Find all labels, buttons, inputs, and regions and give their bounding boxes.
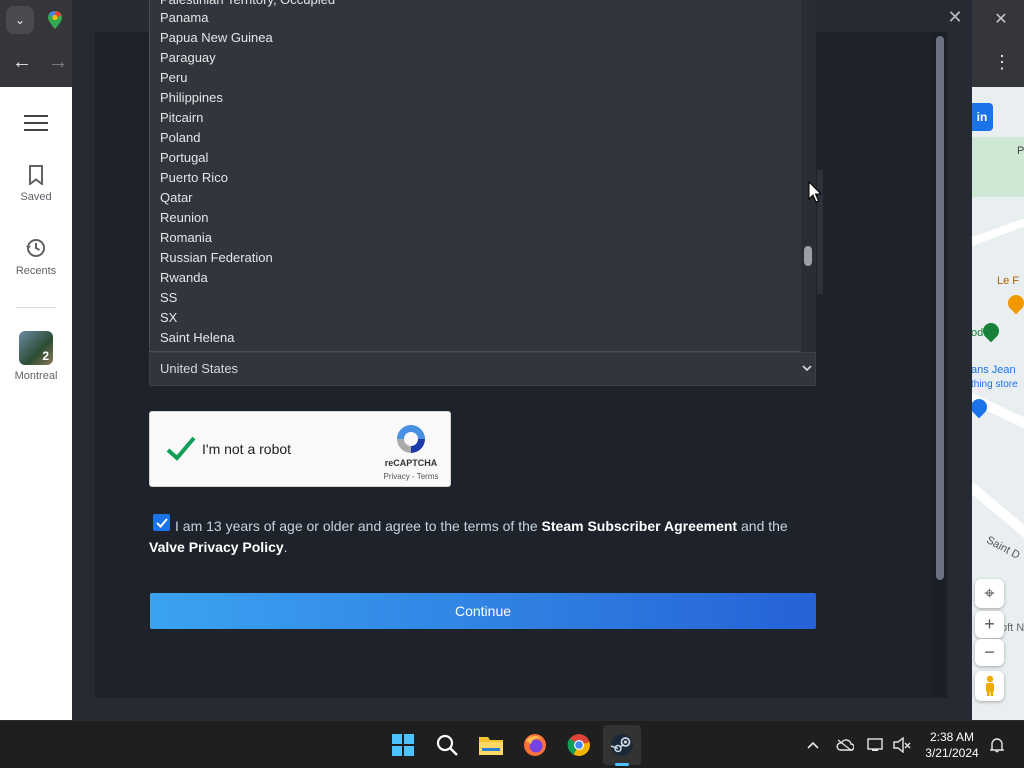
list-item[interactable]: Romania	[160, 228, 212, 248]
store-pin-icon[interactable]	[971, 395, 991, 419]
map-label: thing store	[971, 379, 1018, 390]
list-item[interactable]: SX	[160, 308, 177, 328]
country-list-scrollbar-thumb[interactable]	[804, 246, 812, 266]
subscriber-agreement-link[interactable]: Steam Subscriber Agreement	[542, 518, 738, 534]
windows-taskbar: 2:38 AM 3/21/2024	[0, 720, 1024, 768]
privacy-policy-link[interactable]: Valve Privacy Policy	[149, 539, 284, 555]
country-select[interactable]: United States	[149, 352, 816, 386]
back-arrow-icon[interactable]: ←	[10, 50, 34, 74]
list-item[interactable]: Philippines	[160, 88, 223, 108]
list-item[interactable]: Portugal	[160, 148, 208, 168]
window-close-icon[interactable]: ✕	[990, 8, 1012, 30]
recent-place-count-badge: 2	[42, 349, 49, 363]
zoom-in-button[interactable]: +	[975, 611, 1004, 638]
map-label: P	[1017, 145, 1024, 157]
sidebar-item-label: Recents	[15, 265, 57, 277]
recaptcha-privacy-terms-link[interactable]: Privacy - Terms	[372, 472, 450, 481]
map-label: Le F	[997, 275, 1020, 287]
sidebar-item-label: Saved	[20, 191, 52, 203]
dialog-close-icon[interactable]: ✕	[944, 6, 966, 28]
country-dropdown-list[interactable]: Palestinian Territory, Occupied Panama P…	[149, 0, 816, 352]
list-item[interactable]: Panama	[160, 8, 208, 28]
volume-muted-icon[interactable]	[892, 735, 912, 755]
zoom-out-button[interactable]: −	[975, 639, 1004, 666]
clock-time: 2:38 AM	[929, 730, 975, 744]
windows-start-icon[interactable]	[389, 731, 417, 759]
list-item[interactable]: SS	[160, 288, 177, 308]
dialog-scrollbar-thumb[interactable]	[936, 36, 944, 580]
mouse-cursor-icon	[808, 181, 822, 203]
sidebar-item-saved[interactable]: Saved	[0, 165, 72, 203]
list-item[interactable]: Papua New Guinea	[160, 28, 273, 48]
network-icon[interactable]	[866, 735, 886, 755]
map-label: oft N	[1001, 622, 1024, 634]
list-item[interactable]: Peru	[160, 68, 187, 88]
list-item[interactable]: Poland	[160, 128, 200, 148]
country-list-scrollbar[interactable]	[801, 0, 816, 352]
continue-button[interactable]: Continue	[150, 593, 816, 629]
recaptcha-widget[interactable]: I'm not a robot reCAPTCHA Privacy - Term…	[149, 411, 451, 487]
onedrive-cloud-icon[interactable]	[835, 735, 855, 755]
list-item[interactable]: Reunion	[160, 208, 208, 228]
my-location-icon[interactable]: ⌖	[975, 579, 1004, 608]
tab-search-chevron-down-icon[interactable]: ⌄	[6, 6, 34, 34]
chrome-icon[interactable]	[565, 731, 593, 759]
map-label: Saint D	[984, 534, 1022, 562]
system-clock[interactable]: 2:38 AM 3/21/2024	[920, 729, 984, 761]
recaptcha-brand: reCAPTCHA	[384, 458, 438, 468]
forward-arrow-icon[interactable]: →	[46, 50, 70, 74]
steam-icon[interactable]	[608, 731, 636, 759]
map-label: ans Jean	[971, 364, 1016, 376]
street-view-pegman-icon[interactable]	[975, 671, 1004, 701]
agreement-middle: and the	[737, 518, 788, 534]
google-maps-tab-icon[interactable]	[46, 10, 64, 30]
recent-place-label: Montreal	[14, 370, 58, 382]
list-item[interactable]: Paraguay	[160, 48, 216, 68]
sidebar-divider	[16, 307, 56, 308]
recent-place-montreal[interactable]: Montreal	[0, 370, 72, 382]
bookmark-icon	[29, 165, 43, 185]
list-item[interactable]: Rwanda	[160, 268, 208, 288]
list-item[interactable]: Russian Federation	[160, 248, 273, 268]
restaurant-pin-icon[interactable]	[1004, 291, 1024, 315]
agreement-prefix: I am 13 years of age or older and agree …	[175, 518, 542, 534]
list-item[interactable]: Pitcairn	[160, 108, 203, 128]
active-app-indicator	[615, 763, 629, 766]
history-icon	[26, 239, 45, 257]
file-explorer-icon[interactable]	[477, 731, 505, 759]
browser-menu-icon[interactable]: ⋮	[992, 50, 1012, 74]
clock-date: 3/21/2024	[925, 746, 979, 760]
search-icon[interactable]	[433, 731, 461, 759]
sign-in-button[interactable]: in	[971, 103, 993, 131]
recent-place-thumbnail[interactable]: 2	[19, 331, 53, 365]
map-label: od	[971, 327, 984, 339]
firefox-icon[interactable]	[521, 731, 549, 759]
list-item[interactable]: Puerto Rico	[160, 168, 228, 188]
recaptcha-label: I'm not a robot	[202, 441, 292, 457]
age-agreement-checkbox[interactable]	[153, 514, 170, 531]
menu-icon[interactable]	[24, 115, 48, 133]
sidebar-item-recents[interactable]: Recents	[0, 237, 72, 277]
checkmark-icon[interactable]	[164, 432, 198, 466]
agreement-suffix: .	[283, 539, 288, 555]
notification-bell-icon[interactable]	[987, 735, 1007, 755]
show-hidden-icons-chevron-up-icon[interactable]	[803, 735, 823, 755]
chevron-down-icon[interactable]	[800, 360, 814, 376]
list-item[interactable]: Saint Helena	[160, 328, 234, 348]
checkmark-icon	[155, 517, 168, 528]
agreement-text: I am 13 years of age or older and agree …	[149, 516, 817, 558]
map-road	[971, 482, 1024, 542]
maps-sidebar: Saved Recents 2 Montreal	[0, 87, 72, 720]
list-item[interactable]: Qatar	[160, 188, 193, 208]
map-road	[971, 213, 1024, 249]
recaptcha-logo-icon	[397, 425, 425, 453]
